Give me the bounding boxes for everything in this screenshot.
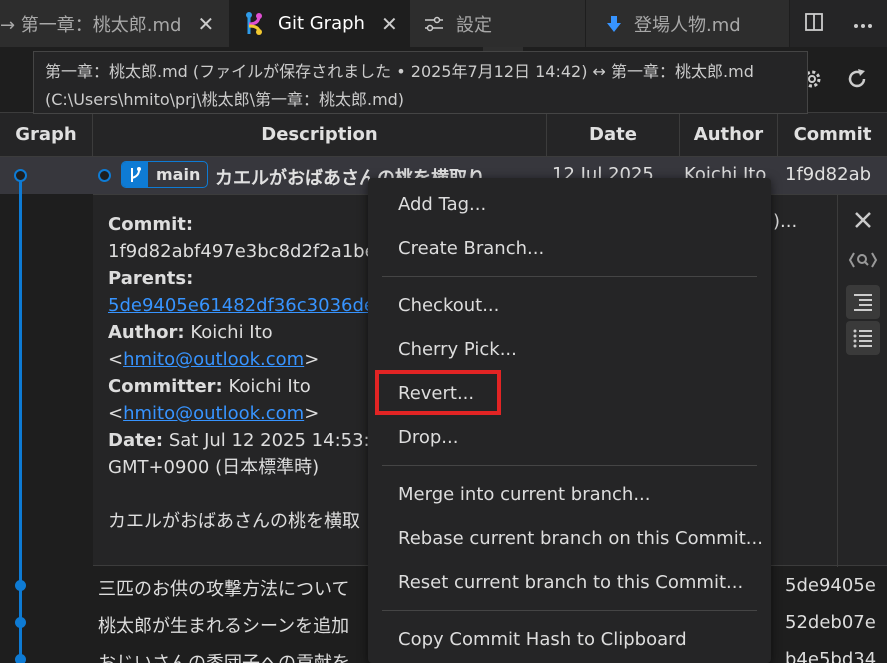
close-icon[interactable]: ✕ bbox=[381, 12, 398, 36]
editor-actions bbox=[790, 0, 887, 47]
commit-hash: 1f9d82ab bbox=[785, 164, 872, 185]
details-side-toolbar bbox=[837, 195, 887, 567]
tab-label: → 第一章：桃太郎.md bbox=[0, 14, 182, 36]
close-icon[interactable] bbox=[846, 203, 880, 237]
author-name: Koichi Ito bbox=[190, 322, 273, 343]
parent-hash-link[interactable]: 5de9405e61482df36c3036de6 bbox=[108, 295, 386, 316]
menu-separator bbox=[368, 459, 771, 472]
details-file-truncated: )... bbox=[773, 211, 798, 232]
graph-commit-node bbox=[14, 169, 27, 182]
tab-characters[interactable]: 登場人物.md bbox=[586, 0, 790, 47]
branch-icon bbox=[122, 162, 148, 187]
menu-item-revert[interactable]: Revert... bbox=[368, 371, 771, 415]
parents-label: Parents: bbox=[108, 268, 194, 289]
tab-label: 登場人物.md bbox=[634, 14, 741, 36]
branch-badge[interactable]: main bbox=[121, 161, 209, 188]
commit-description: 桃太郎が生まれるシーンを追加 bbox=[98, 616, 350, 637]
commit-details-text: Commit: 1f9d82abf497e3bc8d2f2a1be1 Paren… bbox=[108, 211, 393, 535]
author-email-link[interactable]: hmito@outlook.com bbox=[123, 349, 304, 370]
menu-separator bbox=[368, 270, 771, 283]
menu-item-merge[interactable]: Merge into current branch... bbox=[368, 472, 771, 516]
commit-hash: 5de9405e bbox=[785, 575, 876, 596]
menu-item-cherry-pick[interactable]: Cherry Pick... bbox=[368, 327, 771, 371]
committer-name: Koichi Ito bbox=[228, 376, 311, 397]
tree-view-icon[interactable] bbox=[846, 285, 880, 319]
date-timezone: GMT+0900 (日本標準時) bbox=[108, 457, 320, 478]
more-actions-icon[interactable] bbox=[853, 14, 873, 33]
commit-description: 三匹のお供の攻撃方法について bbox=[98, 579, 350, 600]
column-header-description[interactable]: Description bbox=[93, 113, 547, 156]
menu-item-copy-hash[interactable]: Copy Commit Hash to Clipboard bbox=[368, 617, 771, 661]
column-header-graph[interactable]: Graph bbox=[0, 113, 93, 156]
tab-chapter1[interactable]: → 第一章：桃太郎.md ✕ bbox=[0, 0, 230, 47]
close-icon[interactable]: ✕ bbox=[198, 12, 215, 36]
menu-item-drop[interactable]: Drop... bbox=[368, 415, 771, 459]
commit-description: おじいさんの黍団子への貢献を bbox=[98, 649, 350, 663]
list-view-icon[interactable] bbox=[846, 321, 880, 355]
split-editor-icon[interactable] bbox=[804, 12, 824, 36]
commit-label: Commit: bbox=[108, 214, 194, 235]
file-tooltip: 第一章：桃太郎.md (ファイルが保存されました • 2025年7月12日 14… bbox=[33, 51, 808, 114]
commit-hash: b4e5bd34 bbox=[785, 649, 877, 663]
git-graph-icon bbox=[244, 11, 266, 36]
committer-email-link[interactable]: hmito@outlook.com bbox=[123, 403, 304, 424]
commit-table-header: Graph Description Date Author Commit bbox=[0, 112, 887, 157]
date-label: Date: bbox=[108, 430, 164, 451]
committer-label: Committer: bbox=[108, 376, 223, 397]
markdown-arrow-icon bbox=[606, 15, 622, 33]
commit-full-hash: 1f9d82abf497e3bc8d2f2a1be1 bbox=[108, 241, 388, 262]
refresh-icon[interactable] bbox=[845, 67, 869, 95]
code-review-icon[interactable] bbox=[846, 243, 880, 277]
tab-git-graph[interactable]: Git Graph ✕ bbox=[230, 0, 410, 47]
menu-item-create-branch[interactable]: Create Branch... bbox=[368, 226, 771, 270]
tooltip-line-2: (C:\Users\hmito\prj\桃太郎\第一章：桃太郎.md) bbox=[45, 90, 405, 109]
column-header-commit[interactable]: Commit bbox=[778, 113, 887, 156]
date-value: Sat Jul 12 2025 14:53:55 bbox=[168, 430, 393, 451]
commit-message: カエルがおばあさんの桃を横取 bbox=[108, 511, 360, 532]
menu-item-rebase[interactable]: Rebase current branch on this Commit... bbox=[368, 516, 771, 560]
author-label: Author: bbox=[108, 322, 185, 343]
column-header-author[interactable]: Author bbox=[680, 113, 778, 156]
menu-item-add-tag[interactable]: Add Tag... bbox=[368, 182, 771, 226]
menu-item-checkout[interactable]: Checkout... bbox=[368, 283, 771, 327]
settings-sliders-icon bbox=[424, 16, 444, 32]
tab-settings[interactable]: 設定 bbox=[410, 0, 586, 47]
branch-name: main bbox=[156, 165, 201, 184]
commit-hash: 52deb07e bbox=[785, 612, 876, 633]
graph-commit-node-inline bbox=[98, 169, 111, 182]
column-header-date[interactable]: Date bbox=[547, 113, 680, 156]
tab-bar: → 第一章：桃太郎.md ✕ Git Graph ✕ 設定 登場人物.md bbox=[0, 0, 887, 47]
commit-context-menu: Add Tag... Create Branch... Checkout... … bbox=[368, 178, 771, 663]
menu-separator bbox=[368, 604, 771, 617]
tab-label: Git Graph bbox=[278, 13, 365, 34]
tab-label: 設定 bbox=[456, 14, 492, 36]
menu-item-reset[interactable]: Reset current branch to this Commit... bbox=[368, 560, 771, 604]
tooltip-line-1: 第一章：桃太郎.md (ファイルが保存されました • 2025年7月12日 14… bbox=[45, 62, 754, 81]
